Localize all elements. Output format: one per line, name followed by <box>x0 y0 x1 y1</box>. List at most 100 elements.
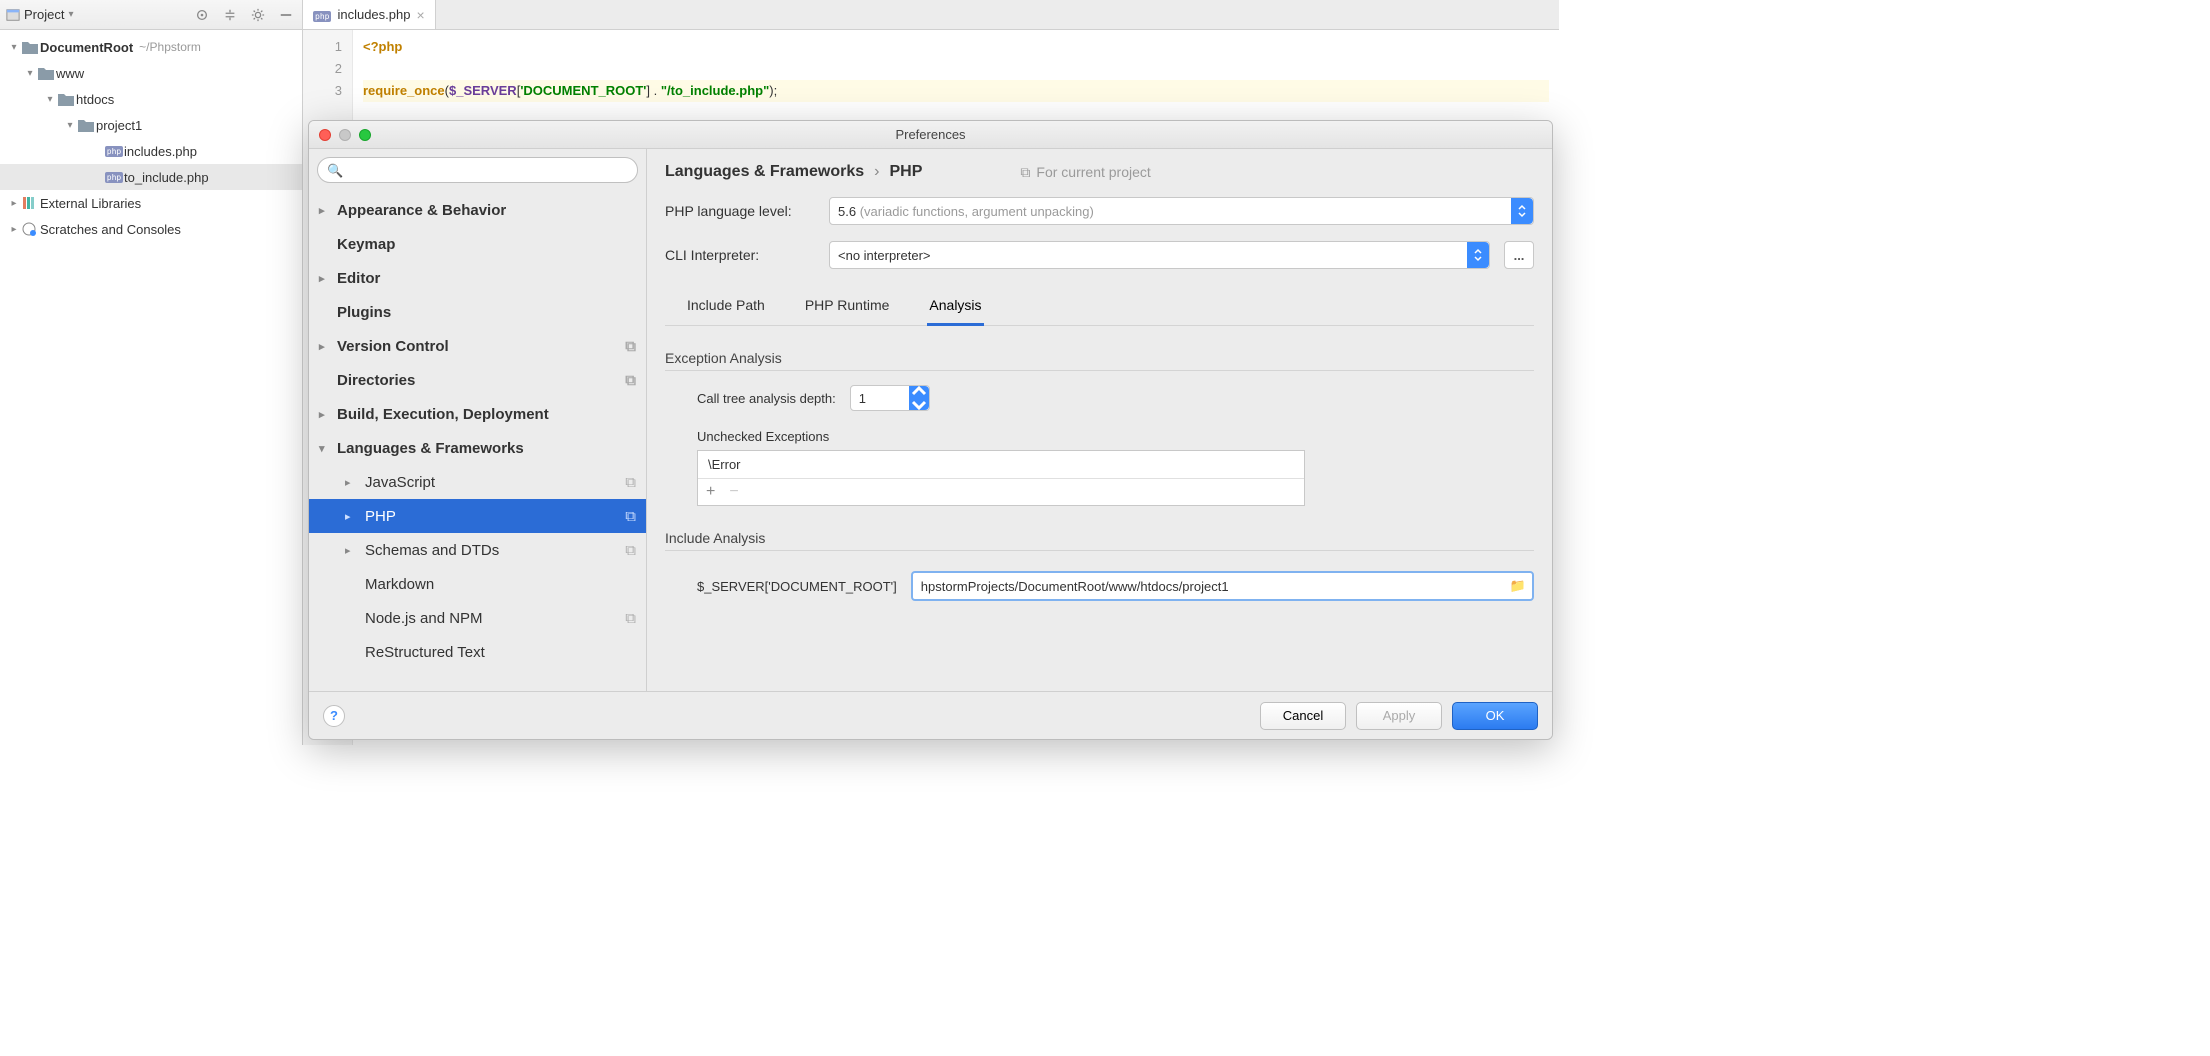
dialog-titlebar[interactable]: Preferences <box>309 121 1552 149</box>
chevron-right-icon: ▸ <box>345 476 351 489</box>
depth-select[interactable]: 1 <box>850 385 930 411</box>
php-level-label: PHP language level: <box>665 203 815 219</box>
dialog-title: Preferences <box>309 127 1552 142</box>
php-file-icon: php <box>104 146 124 157</box>
project-view-dropdown[interactable]: Project ▾ <box>6 7 74 22</box>
folder-icon <box>36 66 56 80</box>
prefs-item-editor[interactable]: ▸Editor <box>309 261 646 295</box>
folder-icon <box>20 40 40 54</box>
code-line: require_once($_SERVER['DOCUMENT_ROOT'] .… <box>363 80 1549 102</box>
prefs-item-javascript[interactable]: ▸JavaScript⧉ <box>309 465 646 499</box>
tree-label: to_include.php <box>124 170 209 185</box>
scope-icon: ⧉ <box>625 338 636 355</box>
tree-root-label: DocumentRoot <box>40 40 133 55</box>
prefs-item-keymap[interactable]: Keymap <box>309 227 646 261</box>
document-root-path-input[interactable]: hpstormProjects/DocumentRoot/www/htdocs/… <box>911 571 1534 601</box>
unchecked-legend: Unchecked Exceptions <box>665 429 1534 444</box>
server-doc-root-label: $_SERVER['DOCUMENT_ROOT'] <box>697 579 897 594</box>
tree-root-path: ~/Phpstorm <box>139 40 201 54</box>
tab-analysis[interactable]: Analysis <box>927 289 983 326</box>
prefs-item-languages[interactable]: ▾Languages & Frameworks <box>309 431 646 465</box>
prefs-item-appearance[interactable]: ▸Appearance & Behavior <box>309 193 646 227</box>
line-number: 1 <box>303 36 342 58</box>
unchecked-exceptions-list: \Error + − <box>697 450 1305 506</box>
tree-label: htdocs <box>76 92 114 107</box>
tree-root[interactable]: ▾ DocumentRoot ~/Phpstorm <box>0 34 302 60</box>
tree-file-includes[interactable]: php includes.php <box>0 138 302 164</box>
chevron-right-icon: ▸ <box>319 340 325 353</box>
editor-tab[interactable]: php includes.php × <box>303 0 436 29</box>
list-item[interactable]: \Error <box>698 451 1304 478</box>
scope-icon: ⧉ <box>625 610 636 627</box>
php-file-icon: php <box>104 172 124 183</box>
chevron-down-icon: ▾ <box>24 68 36 79</box>
tree-external-libraries[interactable]: ▸ External Libraries <box>0 190 302 216</box>
chevron-right-icon: ▸ <box>8 224 20 235</box>
code-line: <?php <box>363 36 1549 58</box>
prefs-item-node[interactable]: Node.js and NPM⧉ <box>309 601 646 635</box>
tree-label: www <box>56 66 84 81</box>
tree-file-to-include[interactable]: php to_include.php <box>0 164 302 190</box>
gear-icon[interactable] <box>248 5 268 25</box>
remove-icon[interactable]: − <box>729 483 738 501</box>
line-number: 3 <box>303 80 342 102</box>
prefs-content: Languages & Frameworks › PHP ⧉ For curre… <box>647 149 1552 691</box>
scope-label: ⧉ For current project <box>1020 164 1150 181</box>
zoom-window-icon[interactable] <box>359 129 371 141</box>
chevron-right-icon: ▸ <box>319 204 325 217</box>
tab-include-path[interactable]: Include Path <box>685 289 767 325</box>
dropdown-caret-icon <box>1467 242 1489 268</box>
prefs-item-vcs[interactable]: ▸Version Control⧉ <box>309 329 646 363</box>
scope-icon: ⧉ <box>1020 164 1030 181</box>
tree-folder-www[interactable]: ▾ www <box>0 60 302 86</box>
chevron-down-icon: ▾ <box>8 42 20 53</box>
minimize-window-icon[interactable] <box>339 129 351 141</box>
chevron-right-icon: ▸ <box>8 198 20 209</box>
include-legend: Include Analysis <box>665 530 1534 551</box>
cli-label: CLI Interpreter: <box>665 247 815 263</box>
prefs-sidebar: 🔍 ▸Appearance & Behavior Keymap ▸Editor … <box>309 149 647 691</box>
tree-folder-project1[interactable]: ▾ project1 <box>0 112 302 138</box>
browse-folder-icon[interactable]: 📁 <box>1510 578 1526 594</box>
tree-scratches[interactable]: ▸ Scratches and Consoles <box>0 216 302 242</box>
chevron-right-icon: ▸ <box>319 272 325 285</box>
prefs-item-schemas[interactable]: ▸Schemas and DTDs⧉ <box>309 533 646 567</box>
prefs-item-markdown[interactable]: Markdown <box>309 567 646 601</box>
php-level-select[interactable]: 5.6 (variadic functions, argument unpack… <box>829 197 1534 225</box>
cli-interpreter-select[interactable]: <no interpreter> <box>829 241 1490 269</box>
folder-icon <box>56 92 76 106</box>
prefs-item-directories[interactable]: Directories⧉ <box>309 363 646 397</box>
tree-label: External Libraries <box>40 196 141 211</box>
tab-php-runtime[interactable]: PHP Runtime <box>803 289 892 325</box>
tree-folder-htdocs[interactable]: ▾ htdocs <box>0 86 302 112</box>
prefs-item-rst[interactable]: ReStructured Text <box>309 635 646 669</box>
tree-label: project1 <box>96 118 142 133</box>
close-window-icon[interactable] <box>319 129 331 141</box>
cancel-button[interactable]: Cancel <box>1260 702 1346 730</box>
prefs-tree: ▸Appearance & Behavior Keymap ▸Editor Pl… <box>309 191 646 691</box>
apply-button[interactable]: Apply <box>1356 702 1442 730</box>
hide-icon[interactable] <box>276 5 296 25</box>
library-icon <box>20 196 40 210</box>
dropdown-caret-icon <box>1511 198 1533 224</box>
depth-label: Call tree analysis depth: <box>697 391 836 406</box>
prefs-search-input[interactable] <box>317 157 638 183</box>
ok-button[interactable]: OK <box>1452 702 1538 730</box>
dialog-footer: ? Cancel Apply OK <box>309 691 1552 739</box>
cli-more-button[interactable]: ... <box>1504 241 1534 269</box>
add-icon[interactable]: + <box>706 483 715 501</box>
scope-icon: ⧉ <box>625 508 636 525</box>
help-button[interactable]: ? <box>323 705 345 727</box>
folder-icon <box>76 118 96 132</box>
prefs-item-plugins[interactable]: Plugins <box>309 295 646 329</box>
chevron-down-icon: ▾ <box>319 442 325 455</box>
scope-icon: ⧉ <box>625 372 636 389</box>
prefs-item-php[interactable]: ▸PHP⧉ <box>309 499 646 533</box>
prefs-item-build[interactable]: ▸Build, Execution, Deployment <box>309 397 646 431</box>
chevron-down-icon: ▾ <box>68 9 73 20</box>
locate-icon[interactable] <box>192 5 212 25</box>
line-number: 2 <box>303 58 342 80</box>
project-dropdown-label: Project <box>24 7 64 22</box>
close-icon[interactable]: × <box>416 7 424 23</box>
collapse-all-icon[interactable] <box>220 5 240 25</box>
